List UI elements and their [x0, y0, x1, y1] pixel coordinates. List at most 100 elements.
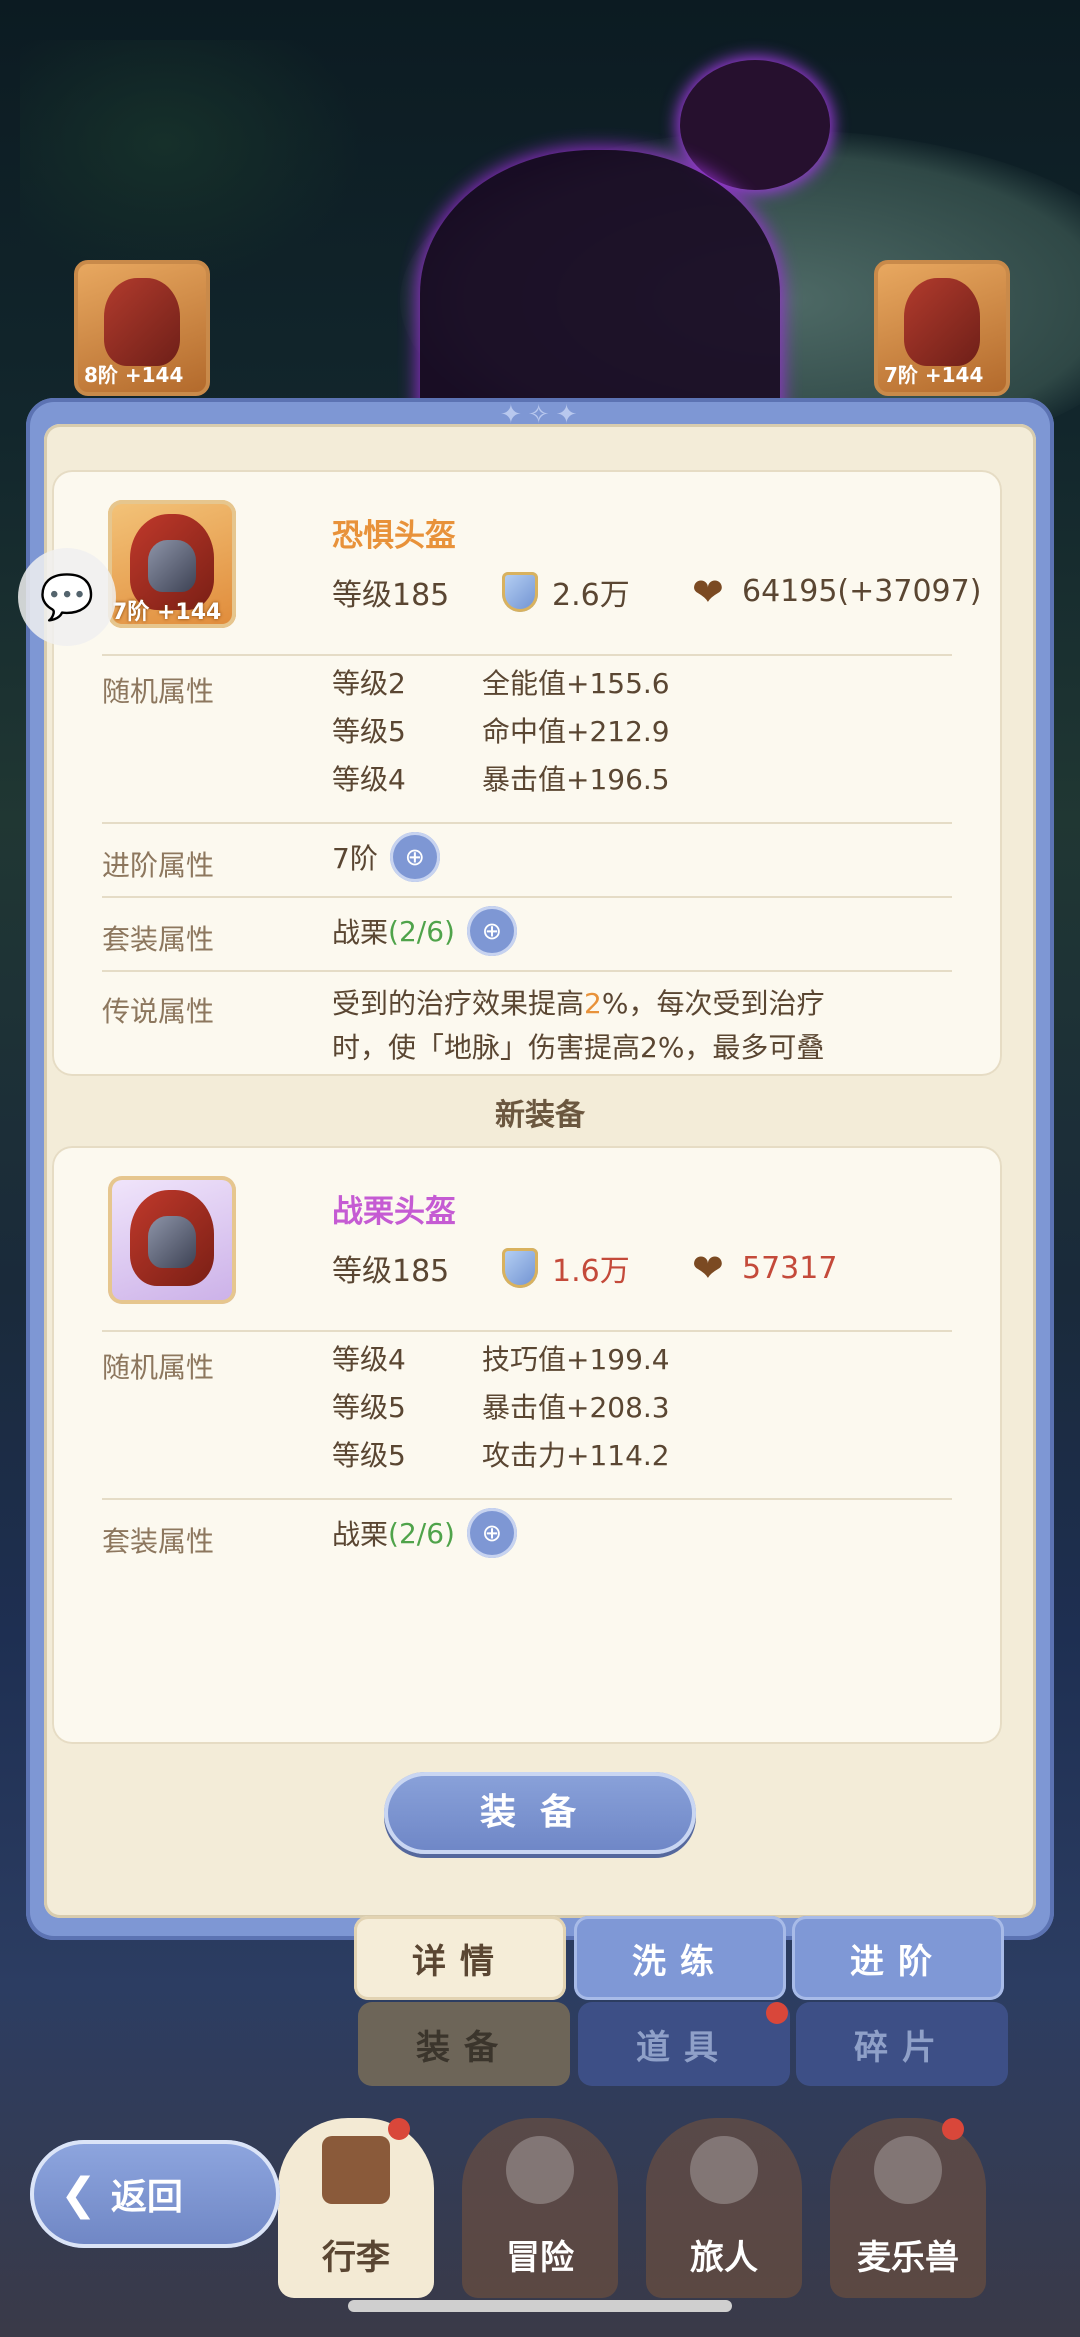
magnify-icon[interactable]: ⊕ — [466, 906, 517, 956]
set-count: (2/6) — [388, 1516, 455, 1550]
game-background-scene: 8阶 +144 7阶 +144 — [0, 0, 1080, 420]
nav-label: 冒险 — [506, 2238, 574, 2278]
random-attr-values: 全能值+155.6 命中值+212.9 暴击值+196.5 — [482, 660, 670, 804]
current-item-icon[interactable]: 7阶 +144 — [108, 500, 236, 628]
nav-luggage[interactable]: 行李 — [278, 2118, 434, 2298]
nav-adventure[interactable]: 冒险 — [462, 2118, 618, 2298]
tab-details[interactable]: 详情 — [354, 1916, 566, 2000]
chat-bubble-icon[interactable]: 💬 — [18, 548, 116, 646]
attr-level: 等级5 — [332, 715, 406, 748]
set-name: 战栗 — [332, 916, 389, 949]
tab-equipment[interactable]: 装备 — [358, 2002, 570, 2086]
divider — [102, 896, 952, 898]
hp-value: 57317 — [742, 1250, 838, 1286]
magnify-icon[interactable]: ⊕ — [389, 832, 440, 882]
set-attributes-row: 战栗 (2/6) ⊕ — [332, 906, 517, 956]
new-equipment-title: 新装备 — [495, 1098, 585, 1133]
visor-icon — [148, 540, 196, 592]
right-equipment-card[interactable]: 7阶 +144 — [874, 260, 1010, 396]
attr-value: 暴击值+196.5 — [482, 763, 670, 796]
notification-dot — [766, 2002, 788, 2024]
divider — [102, 822, 952, 824]
home-indicator[interactable] — [348, 2300, 732, 2312]
attr-level: 等级5 — [332, 1391, 406, 1424]
set-name: 战栗 — [332, 1518, 389, 1551]
nav-label: 行李 — [322, 2238, 390, 2278]
left-equipment-card[interactable]: 8阶 +144 — [74, 260, 210, 396]
set-attributes-row: 战栗 (2/6) ⊕ — [332, 1508, 517, 1558]
stage-badge: 7阶 +144 — [112, 600, 222, 625]
legend-line: 时，使「地脉」伤害提高2%，最多可叠 — [332, 1031, 825, 1064]
legend-line: 受到的治疗效果提高2%，每次受到治疗 — [332, 982, 952, 1026]
helmet-icon — [104, 278, 180, 366]
set-count: (2/6) — [388, 914, 455, 948]
random-attributes-label: 随机属性 — [102, 675, 215, 708]
attr-value: 全能值+155.6 — [482, 667, 670, 700]
divider — [102, 970, 952, 972]
attr-value: 暴击值+208.3 — [482, 1391, 670, 1424]
notification-dot — [942, 2118, 964, 2140]
attr-value: 攻击力+114.2 — [482, 1439, 670, 1472]
legend-text-part: %，每次受到治疗 — [601, 987, 825, 1020]
legend-attributes-label: 传说属性 — [102, 995, 215, 1028]
attr-value: 技巧值+199.4 — [482, 1343, 670, 1376]
attr-value: 命中值+212.9 — [482, 715, 670, 748]
traveler-portrait-icon — [690, 2136, 758, 2204]
attr-level: 等级4 — [332, 763, 406, 796]
random-attributes-label: 随机属性 — [102, 1351, 215, 1384]
tab-items[interactable]: 道具 — [578, 2002, 790, 2086]
left-card-badge: 8阶 +144 — [84, 363, 184, 387]
hp-heart-icon: ❤ — [692, 570, 724, 614]
attr-level: 等级2 — [332, 667, 406, 700]
tab-fragments[interactable]: 碎片 — [796, 2002, 1008, 2086]
hp-value: 64195(+37097) — [742, 574, 982, 609]
nav-pets[interactable]: 麦乐兽 — [830, 2118, 986, 2298]
nav-label: 麦乐兽 — [857, 2238, 959, 2278]
visor-icon — [148, 1216, 196, 1268]
advance-attributes-row: 7阶 ⊕ — [332, 832, 440, 882]
hp-heart-icon: ❤ — [692, 1246, 724, 1290]
set-attributes-label: 套装属性 — [102, 923, 215, 956]
attr-level: 等级5 — [332, 1439, 406, 1472]
combat-power-value: 1.6万 — [552, 1254, 630, 1289]
new-item-name: 战栗头盔 — [332, 1194, 456, 1230]
magnify-icon[interactable]: ⊕ — [466, 1508, 517, 1558]
current-item-card: 7阶 +144 恐惧头盔 等级185 2.6万 ❤ 64195(+37097) … — [52, 470, 1002, 1076]
attr-level: 等级4 — [332, 1343, 406, 1376]
new-item-icon[interactable] — [108, 1176, 236, 1304]
tab-advance[interactable]: 进阶 — [792, 1916, 1004, 2000]
current-item-name: 恐惧头盔 — [332, 518, 456, 554]
combat-power-value: 2.6万 — [552, 578, 630, 613]
random-attr-levels: 等级4 等级5 等级5 — [332, 1336, 406, 1480]
character-silhouette — [420, 150, 780, 420]
item-level: 等级185 — [332, 1254, 450, 1289]
random-attr-values: 技巧值+199.4 暴击值+208.3 攻击力+114.2 — [482, 1336, 670, 1480]
right-card-badge: 7阶 +144 — [884, 363, 984, 387]
back-button[interactable]: ❮ 返回 — [30, 2140, 280, 2248]
back-label: 返回 — [110, 2177, 183, 2218]
tab-refine[interactable]: 洗练 — [574, 1916, 786, 2000]
combat-power-shield-icon — [502, 1248, 538, 1288]
set-attributes-label: 套装属性 — [102, 1525, 215, 1558]
divider — [102, 1330, 952, 1332]
new-item-card: 战栗头盔 等级185 1.6万 ❤ 57317 随机属性 等级4 等级5 等级5… — [52, 1146, 1002, 1744]
luggage-icon — [322, 2136, 390, 2204]
random-attr-levels: 等级2 等级5 等级4 — [332, 660, 406, 804]
sparkle-decoration-icon: ✦✧✦ — [500, 400, 584, 430]
new-item-stats: 等级185 1.6万 ❤ 57317 — [332, 1246, 837, 1290]
helmet-icon — [904, 278, 980, 366]
divider — [102, 1498, 952, 1500]
advance-value: 7阶 — [332, 842, 378, 875]
notification-dot — [388, 2118, 410, 2140]
legend-text-part: 受到的治疗效果提高 — [332, 987, 585, 1020]
current-item-stats: 等级185 2.6万 ❤ 64195(+37097) — [332, 570, 1002, 614]
glowing-orb — [680, 60, 830, 190]
nav-travelers[interactable]: 旅人 — [646, 2118, 802, 2298]
combat-power-shield-icon — [502, 572, 538, 612]
legend-attributes-text: 受到的治疗效果提高2%，每次受到治疗 时，使「地脉」伤害提高2%，最多可叠 — [332, 982, 952, 1070]
legend-number: 2 — [584, 987, 602, 1020]
crossed-swords-icon — [506, 2136, 574, 2204]
pet-face-icon — [874, 2136, 942, 2204]
equip-button[interactable]: 装备 — [384, 1772, 696, 1854]
divider — [102, 654, 952, 656]
